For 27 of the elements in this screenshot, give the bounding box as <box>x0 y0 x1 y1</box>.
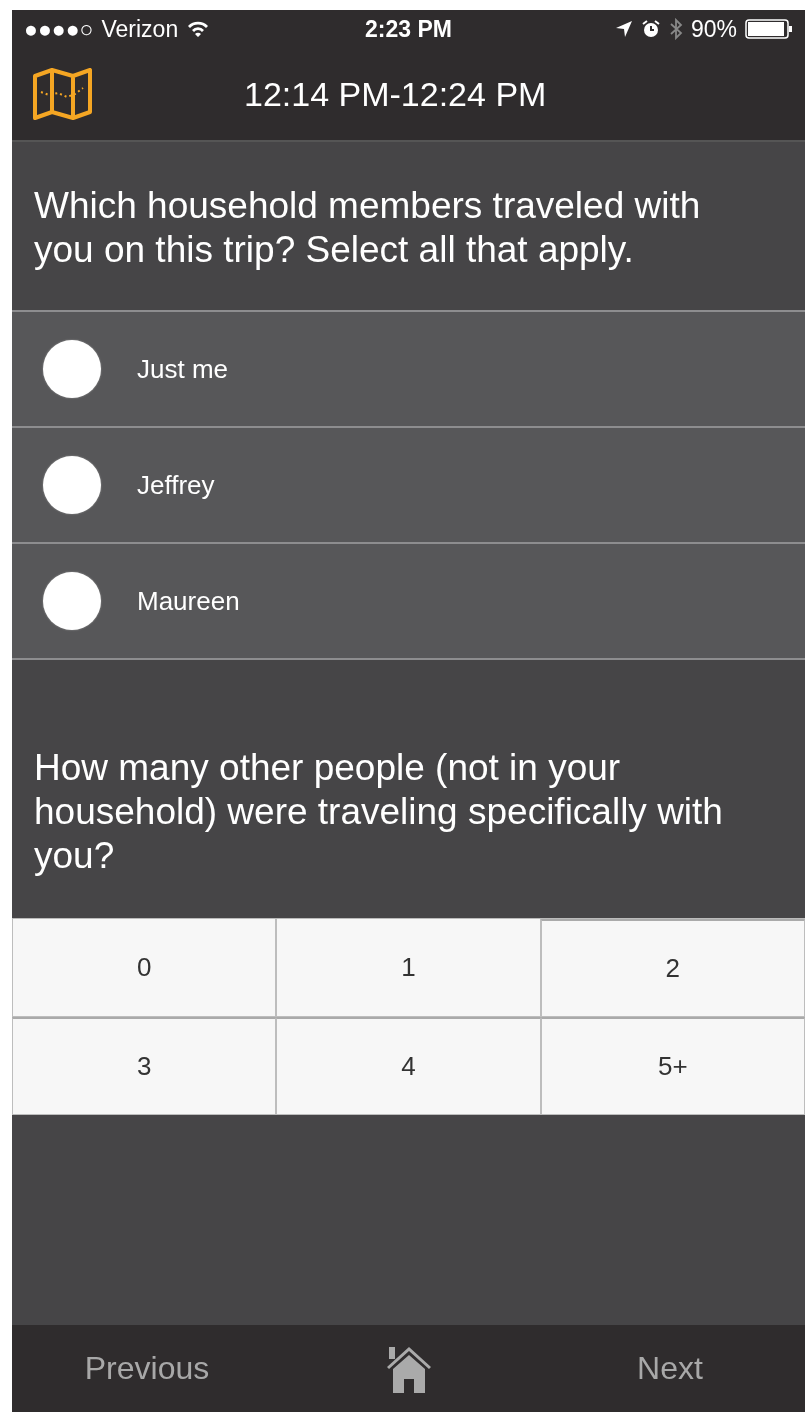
answer-option[interactable]: Jeffrey <box>12 428 805 542</box>
question-text: Which household members traveled with you on this trip? Select all that apply. <box>34 184 702 272</box>
signal-strength: ●●●●○ <box>24 15 94 43</box>
previous-link[interactable]: Previous <box>12 1350 282 1387</box>
wifi-icon <box>186 20 211 38</box>
number-choice-button[interactable]: 2 <box>540 919 805 1017</box>
number-choice-button[interactable]: 1 <box>276 919 541 1017</box>
carrier-name: Verizon <box>101 15 179 43</box>
checkbox-circle[interactable] <box>43 340 101 398</box>
answer-option[interactable]: Maureen <box>12 544 805 658</box>
battery-percent: 90% <box>690 15 737 43</box>
question-text: How many other people (not in your household) were traveling specifically with you? <box>34 746 724 878</box>
checkbox-circle[interactable] <box>43 572 101 630</box>
number-choice-button[interactable]: 0 <box>12 919 277 1017</box>
checkbox-circle[interactable] <box>43 456 101 514</box>
battery-icon <box>745 19 793 39</box>
bluetooth-icon <box>668 18 683 40</box>
number-choice-button[interactable]: 3 <box>12 1017 277 1115</box>
alarm-clock-icon <box>640 19 661 39</box>
header-title: 12:14 PM-12:24 PM <box>244 74 547 114</box>
map-icon[interactable] <box>32 68 94 120</box>
next-link[interactable]: Next <box>535 1350 805 1387</box>
location-arrow-icon <box>614 20 633 38</box>
number-choice-button[interactable]: 4 <box>276 1017 541 1115</box>
number-choice-button[interactable]: 5+ <box>540 1017 805 1115</box>
status-time: 2:23 PM <box>365 15 452 42</box>
answer-option[interactable]: Just me <box>12 312 805 426</box>
